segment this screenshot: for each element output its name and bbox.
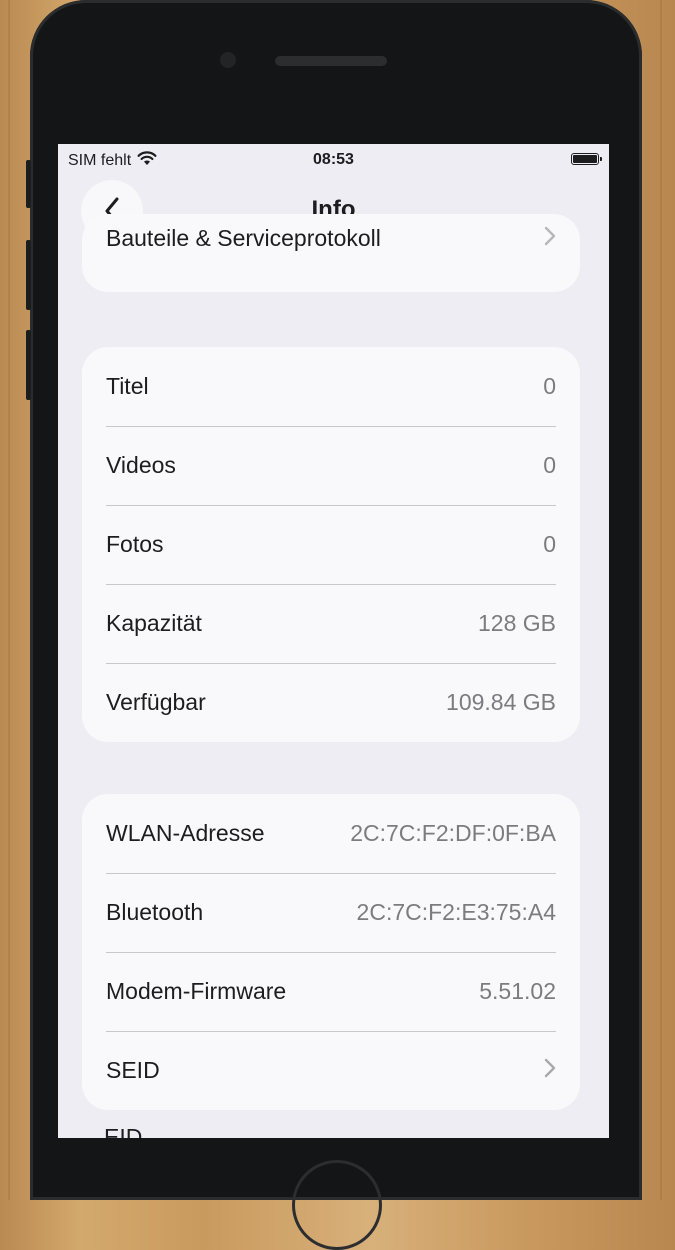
row-label: Modem-Firmware: [106, 978, 287, 1004]
info-row-verfuegbar: Verfügbar 109.84 GB: [106, 663, 556, 742]
home-button[interactable]: [292, 1160, 382, 1250]
front-camera: [220, 52, 236, 68]
service-history-label: Bauteile & Serviceprotokoll: [106, 224, 381, 251]
row-label: Videos: [106, 452, 176, 478]
earpiece-speaker: [275, 56, 387, 66]
row-label: SEID: [106, 1057, 160, 1083]
volume-down-button: [26, 330, 31, 400]
service-history-row[interactable]: Bauteile & Serviceprotokoll: [106, 214, 556, 292]
row-label: WLAN-Adresse: [106, 820, 265, 846]
chevron-right-icon: [544, 1058, 556, 1083]
row-value: 2C:7C:F2:E3:75:A4: [356, 899, 556, 925]
row-label: Titel: [106, 373, 149, 399]
row-value: 0: [543, 452, 556, 478]
row-label: Kapazität: [106, 610, 202, 636]
mute-switch: [26, 160, 31, 208]
row-value: 0: [543, 373, 556, 399]
status-bar: SIM fehlt 08:53: [58, 144, 609, 178]
chevron-right-icon: [544, 226, 556, 251]
storage-info-card: Titel 0 Videos 0 Fotos 0 Kapazität 128 G…: [82, 347, 580, 742]
status-time: 08:53: [313, 151, 354, 168]
info-row-bluetooth: Bluetooth 2C:7C:F2:E3:75:A4: [106, 873, 556, 952]
screen: SIM fehlt 08:53 Info Bauteile & Servicep…: [58, 144, 609, 1138]
info-row-seid[interactable]: SEID: [106, 1031, 556, 1110]
info-row-modem-firmware: Modem-Firmware 5.51.02: [106, 952, 556, 1031]
row-value: 5.51.02: [479, 978, 556, 1004]
wood-grain: [660, 0, 662, 1200]
info-row-fotos: Fotos 0: [106, 505, 556, 584]
volume-up-button: [26, 240, 31, 310]
row-value: 2C:7C:F2:DF:0F:BA: [350, 820, 556, 846]
info-row-videos: Videos 0: [106, 426, 556, 505]
info-row-kapazitaet: Kapazität 128 GB: [106, 584, 556, 663]
row-label: Bluetooth: [106, 899, 204, 925]
row-label: Fotos: [106, 531, 164, 557]
service-history-card[interactable]: Bauteile & Serviceprotokoll: [82, 214, 580, 292]
network-info-card: WLAN-Adresse 2C:7C:F2:DF:0F:BA Bluetooth…: [82, 794, 580, 1110]
partial-row-label: EID: [104, 1124, 143, 1138]
row-value: 0: [543, 531, 556, 557]
info-row-wlan-address: WLAN-Adresse 2C:7C:F2:DF:0F:BA: [106, 794, 556, 873]
row-label: Verfügbar: [106, 689, 206, 715]
row-value: 109.84 GB: [446, 689, 556, 715]
wood-grain: [8, 0, 10, 1200]
row-value: 128 GB: [478, 610, 556, 636]
battery-icon: [571, 153, 602, 165]
info-row-titel: Titel 0: [106, 347, 556, 426]
